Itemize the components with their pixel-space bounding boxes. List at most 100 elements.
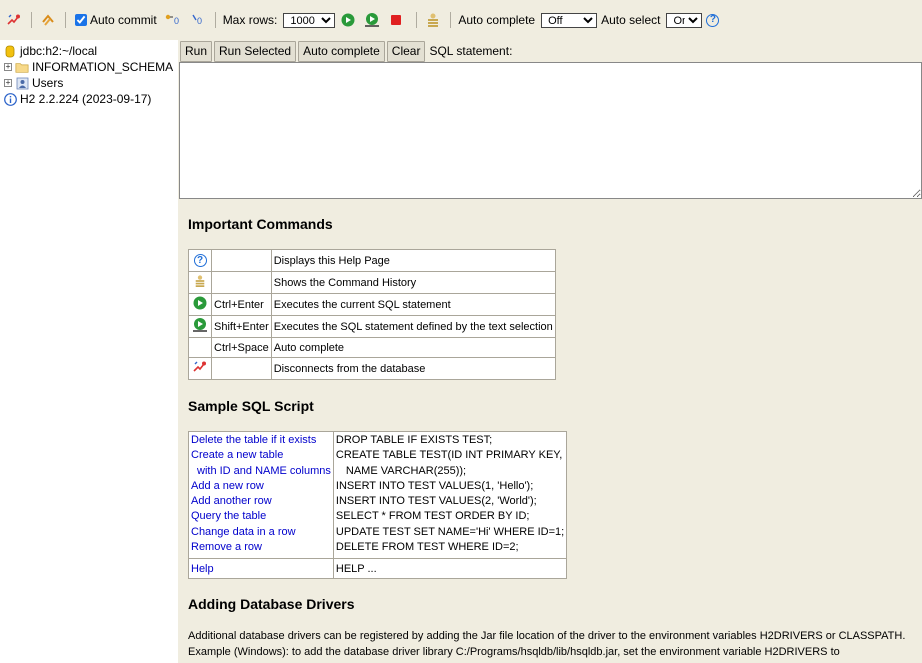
sample-link[interactable]: with ID and NAME columns: [197, 465, 331, 477]
help-icon: ?: [188, 249, 212, 272]
help-link[interactable]: Help: [191, 563, 214, 575]
run-selected-button[interactable]: Run Selected: [214, 40, 297, 62]
sample-sql-table: Delete the table if it exists Create a n…: [188, 430, 568, 580]
table-row: ? Displays this Help Page: [188, 249, 556, 272]
toolbar-separator: [416, 12, 418, 28]
sample-link[interactable]: Query the table: [191, 510, 266, 522]
sample-sql-cell: DROP TABLE IF EXISTS TEST; CREATE TABLE …: [332, 430, 568, 560]
help-icon[interactable]: ?: [706, 13, 720, 27]
tree-item-users[interactable]: + Users: [0, 75, 178, 91]
toolbar-separator: [65, 12, 66, 28]
sql-editor[interactable]: [179, 62, 922, 199]
commit-icon[interactable]: 0: [163, 11, 181, 29]
shortcut-cell: Ctrl+Enter: [211, 293, 272, 316]
run-selected-icon: [188, 315, 212, 338]
toolbar-separator: [214, 12, 216, 28]
description-cell: Auto complete: [270, 337, 556, 358]
run-selected-icon[interactable]: [363, 11, 381, 29]
adding-drivers-heading: Adding Database Drivers: [188, 596, 355, 613]
toolbar-separator: [450, 12, 452, 28]
rollback-icon[interactable]: 0: [189, 11, 207, 29]
shortcut-cell: [211, 357, 272, 380]
auto-commit-checkbox[interactable]: [75, 14, 87, 26]
description-cell: Executes the SQL statement defined by th…: [270, 315, 556, 338]
folder-icon: [15, 60, 29, 74]
sample-link[interactable]: Add a new row: [191, 480, 264, 492]
description-cell: Disconnects from the database: [270, 357, 556, 380]
stop-icon[interactable]: [387, 11, 405, 29]
version-label: H2 2.2.224 (2023-09-17): [20, 92, 152, 106]
tree-item-information-schema[interactable]: + INFORMATION_SCHEMA: [0, 59, 178, 75]
sql-line: DELETE FROM TEST WHERE ID=2;: [335, 541, 519, 554]
max-rows-label: Max rows:: [222, 13, 278, 27]
table-row: Ctrl+Enter Executes the current SQL stat…: [188, 293, 556, 316]
tree-item-connection[interactable]: jdbc:h2:~/local: [0, 43, 178, 59]
auto-complete-label: Auto complete: [458, 13, 536, 27]
run-icon: [188, 293, 212, 316]
sql-line: CREATE TABLE TEST(ID INT PRIMARY KEY,: [335, 449, 563, 462]
table-row: Shift+Enter Executes the SQL statement d…: [188, 315, 556, 338]
history-icon[interactable]: [424, 11, 442, 29]
help-link-cell: Help: [188, 558, 334, 580]
help-content: Important Commands ? Displays this Help …: [188, 216, 918, 660]
sql-statement-label: SQL statement:: [429, 44, 513, 58]
important-commands-table: ? Displays this Help Page Shows the Comm…: [188, 249, 556, 380]
users-icon: [15, 76, 29, 90]
max-rows-select[interactable]: 1000: [283, 12, 336, 28]
sql-line: UPDATE TEST SET NAME='Hi' WHERE ID=1;: [335, 525, 565, 538]
sample-link[interactable]: Remove a row: [191, 541, 262, 553]
description-cell: Executes the current SQL statement: [270, 293, 556, 316]
database-icon: [3, 44, 17, 58]
toolbar: Auto commit 0 0 Max rows: 1000 Auto comp…: [0, 0, 922, 40]
sql-line: SELECT * FROM TEST ORDER BY ID;: [335, 510, 530, 523]
help-icon: ?: [193, 254, 207, 268]
toolbar-separator: [31, 12, 32, 28]
sql-line: DROP TABLE IF EXISTS TEST;: [335, 434, 493, 446]
description-cell: Displays this Help Page: [270, 249, 556, 272]
drivers-text-line: Example (Windows): to add the database d…: [188, 646, 840, 659]
svg-text:0: 0: [197, 16, 202, 26]
sql-line: INSERT INTO TEST VALUES(2, 'World');: [335, 495, 537, 508]
connection-label: jdbc:h2:~/local: [20, 44, 98, 58]
auto-select-select[interactable]: On: [666, 12, 703, 28]
sample-links-cell: Delete the table if it exists Create a n…: [188, 430, 334, 560]
expand-icon[interactable]: +: [4, 79, 12, 87]
disconnect-icon[interactable]: [5, 11, 23, 29]
refresh-icon[interactable]: [39, 11, 57, 29]
shortcut-cell: Shift+Enter: [211, 315, 272, 338]
sample-link[interactable]: Add another row: [191, 495, 272, 507]
clear-button[interactable]: Clear: [386, 40, 426, 62]
run-button[interactable]: Run: [180, 40, 213, 62]
shortcut-cell: [211, 249, 272, 272]
main-panel: Run Run Selected Auto complete Clear SQL…: [178, 40, 922, 663]
empty-icon-cell: [188, 337, 212, 358]
table-row: Help HELP ...: [188, 558, 568, 580]
table-row: Delete the table if it exists Create a n…: [188, 430, 568, 560]
sample-link[interactable]: Create a new table: [191, 449, 283, 461]
auto-select-label: Auto select: [601, 13, 661, 27]
shortcut-cell: Ctrl+Space: [211, 337, 272, 358]
help-sql-cell: HELP ...: [332, 558, 568, 580]
auto-complete-select[interactable]: Off: [541, 12, 598, 28]
table-row: Shows the Command History: [188, 271, 556, 294]
description-cell: Shows the Command History: [270, 271, 556, 294]
auto-complete-button[interactable]: Auto complete: [298, 40, 385, 62]
expand-icon[interactable]: +: [4, 63, 12, 71]
shortcut-cell: [211, 271, 272, 294]
auto-commit-toggle[interactable]: Auto commit: [73, 13, 159, 27]
sample-link[interactable]: Change data in a row: [191, 526, 296, 538]
tree-item-label: Users: [32, 76, 64, 90]
run-icon[interactable]: [339, 11, 357, 29]
drivers-text-line: Additional database drivers can be regis…: [188, 630, 906, 643]
object-tree: jdbc:h2:~/local + INFORMATION_SCHEMA + U…: [0, 40, 178, 663]
disconnect-icon: [188, 357, 212, 380]
tree-item-label: INFORMATION_SCHEMA: [32, 60, 174, 74]
sample-sql-heading: Sample SQL Script: [188, 398, 314, 414]
sql-line: NAME VARCHAR(255));: [345, 464, 467, 477]
auto-commit-label: Auto commit: [90, 13, 157, 27]
tree-item-version: H2 2.2.224 (2023-09-17): [0, 91, 178, 107]
info-icon: [3, 92, 17, 106]
query-button-row: Run Run Selected Auto complete Clear SQL…: [178, 40, 922, 62]
sql-line: INSERT INTO TEST VALUES(1, 'Hello');: [335, 479, 534, 492]
sample-link[interactable]: Delete the table if it exists: [191, 434, 316, 446]
